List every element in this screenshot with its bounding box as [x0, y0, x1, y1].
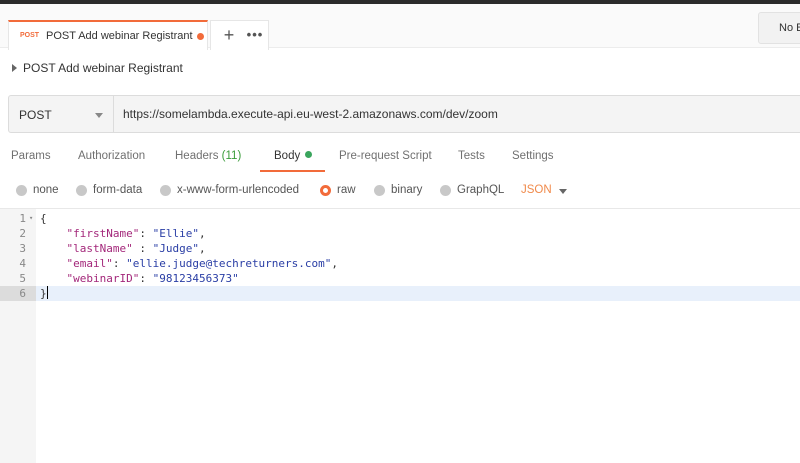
- code-line-active: 6 }: [0, 286, 800, 301]
- radio-form-data[interactable]: form-data: [76, 184, 142, 196]
- method-select[interactable]: POST: [8, 95, 114, 133]
- environment-select[interactable]: No E: [758, 12, 800, 44]
- code-line: 4 "email": "ellie.judge@techreturners.co…: [0, 256, 800, 271]
- tab-authorization[interactable]: Authorization: [78, 150, 145, 162]
- headers-count: (11): [221, 150, 242, 162]
- tab-tests[interactable]: Tests: [458, 150, 485, 162]
- code-text: {: [40, 212, 47, 225]
- radio-circle-icon: [374, 184, 385, 196]
- body-indicator-dot-icon: [305, 151, 313, 158]
- tab-settings[interactable]: Settings: [512, 150, 554, 162]
- line-number: 3: [19, 242, 26, 255]
- tab-headers-label: Headers: [175, 150, 219, 162]
- request-name: POST Add webinar Registrant: [23, 61, 183, 75]
- tab-actions: + •••: [210, 20, 269, 50]
- code-text: "email": "ellie.judge@techreturners.com"…: [66, 257, 339, 270]
- radio-urlencoded[interactable]: x-www-form-urlencoded: [160, 184, 299, 196]
- new-tab-button[interactable]: +: [219, 24, 239, 46]
- tab-body[interactable]: Body: [274, 150, 313, 162]
- radio-raw-label: raw: [337, 184, 356, 196]
- request-tabs: Params Authorization Headers (11) Body P…: [0, 146, 800, 172]
- radio-none-label: none: [33, 184, 59, 196]
- radio-binary-label: binary: [391, 184, 423, 196]
- radio-form-data-label: form-data: [93, 184, 143, 196]
- tab-headers[interactable]: Headers (11): [175, 150, 241, 162]
- tab-title: POST Add webinar Registrant: [46, 30, 193, 42]
- radio-circle-icon: [16, 184, 27, 196]
- code-text: }: [40, 286, 48, 300]
- radio-selected-icon: [320, 184, 331, 196]
- url-bar: POST: [8, 95, 800, 133]
- code-line: 2 "firstName": "Ellie",: [0, 226, 800, 241]
- radio-circle-icon: [440, 184, 451, 196]
- expand-caret-icon[interactable]: [12, 64, 17, 72]
- code-text: "lastName" : "Judge",: [66, 242, 206, 255]
- tab-params[interactable]: Params: [11, 150, 51, 162]
- line-number: 4: [19, 257, 26, 270]
- code-text: "firstName": "Ellie",: [66, 227, 206, 240]
- text-cursor: [46, 286, 48, 299]
- radio-raw[interactable]: raw: [320, 184, 356, 196]
- breadcrumb[interactable]: POST Add webinar Registrant: [12, 59, 183, 77]
- tab-pre-request-script[interactable]: Pre-request Script: [339, 150, 432, 162]
- line-number: 6: [0, 286, 36, 301]
- chevron-down-icon: [95, 113, 103, 118]
- radio-circle-icon: [160, 184, 171, 196]
- more-tabs-button[interactable]: •••: [245, 24, 265, 46]
- radio-binary[interactable]: binary: [374, 184, 422, 196]
- method-label: POST: [19, 108, 52, 122]
- environment-label: No E: [779, 22, 800, 34]
- tab-method-badge: POST: [20, 32, 40, 39]
- code-line: 1 ▾ {: [0, 211, 800, 226]
- line-number: 5: [19, 272, 26, 285]
- unsaved-changes-dot-icon: [197, 33, 204, 40]
- url-input[interactable]: [114, 95, 800, 133]
- code-line: 5 "webinarID": "98123456373": [0, 271, 800, 286]
- body-type-radios: none form-data x-www-form-urlencoded raw…: [0, 180, 800, 202]
- code-line: 3 "lastName" : "Judge",: [0, 241, 800, 256]
- active-tab-underline: [260, 170, 325, 172]
- radio-graphql-label: GraphQL: [457, 184, 505, 196]
- body-editor[interactable]: 1 ▾ { 2 "firstName": "Ellie", 3 "lastNam…: [0, 208, 800, 463]
- chevron-down-icon[interactable]: [559, 189, 567, 194]
- line-number: 2: [19, 227, 26, 240]
- fold-toggle-icon[interactable]: ▾: [29, 211, 33, 226]
- radio-circle-icon: [76, 184, 87, 196]
- code-text: "webinarID": "98123456373": [66, 272, 239, 285]
- request-tab[interactable]: POST POST Add webinar Registrant: [8, 20, 208, 50]
- request-tab-strip: POST POST Add webinar Registrant + ••• N…: [0, 4, 800, 50]
- format-select[interactable]: JSON: [521, 184, 552, 196]
- tab-body-label: Body: [274, 150, 301, 162]
- radio-urlencoded-label: x-www-form-urlencoded: [177, 184, 300, 196]
- radio-graphql[interactable]: GraphQL: [440, 184, 504, 196]
- radio-none[interactable]: none: [16, 184, 59, 196]
